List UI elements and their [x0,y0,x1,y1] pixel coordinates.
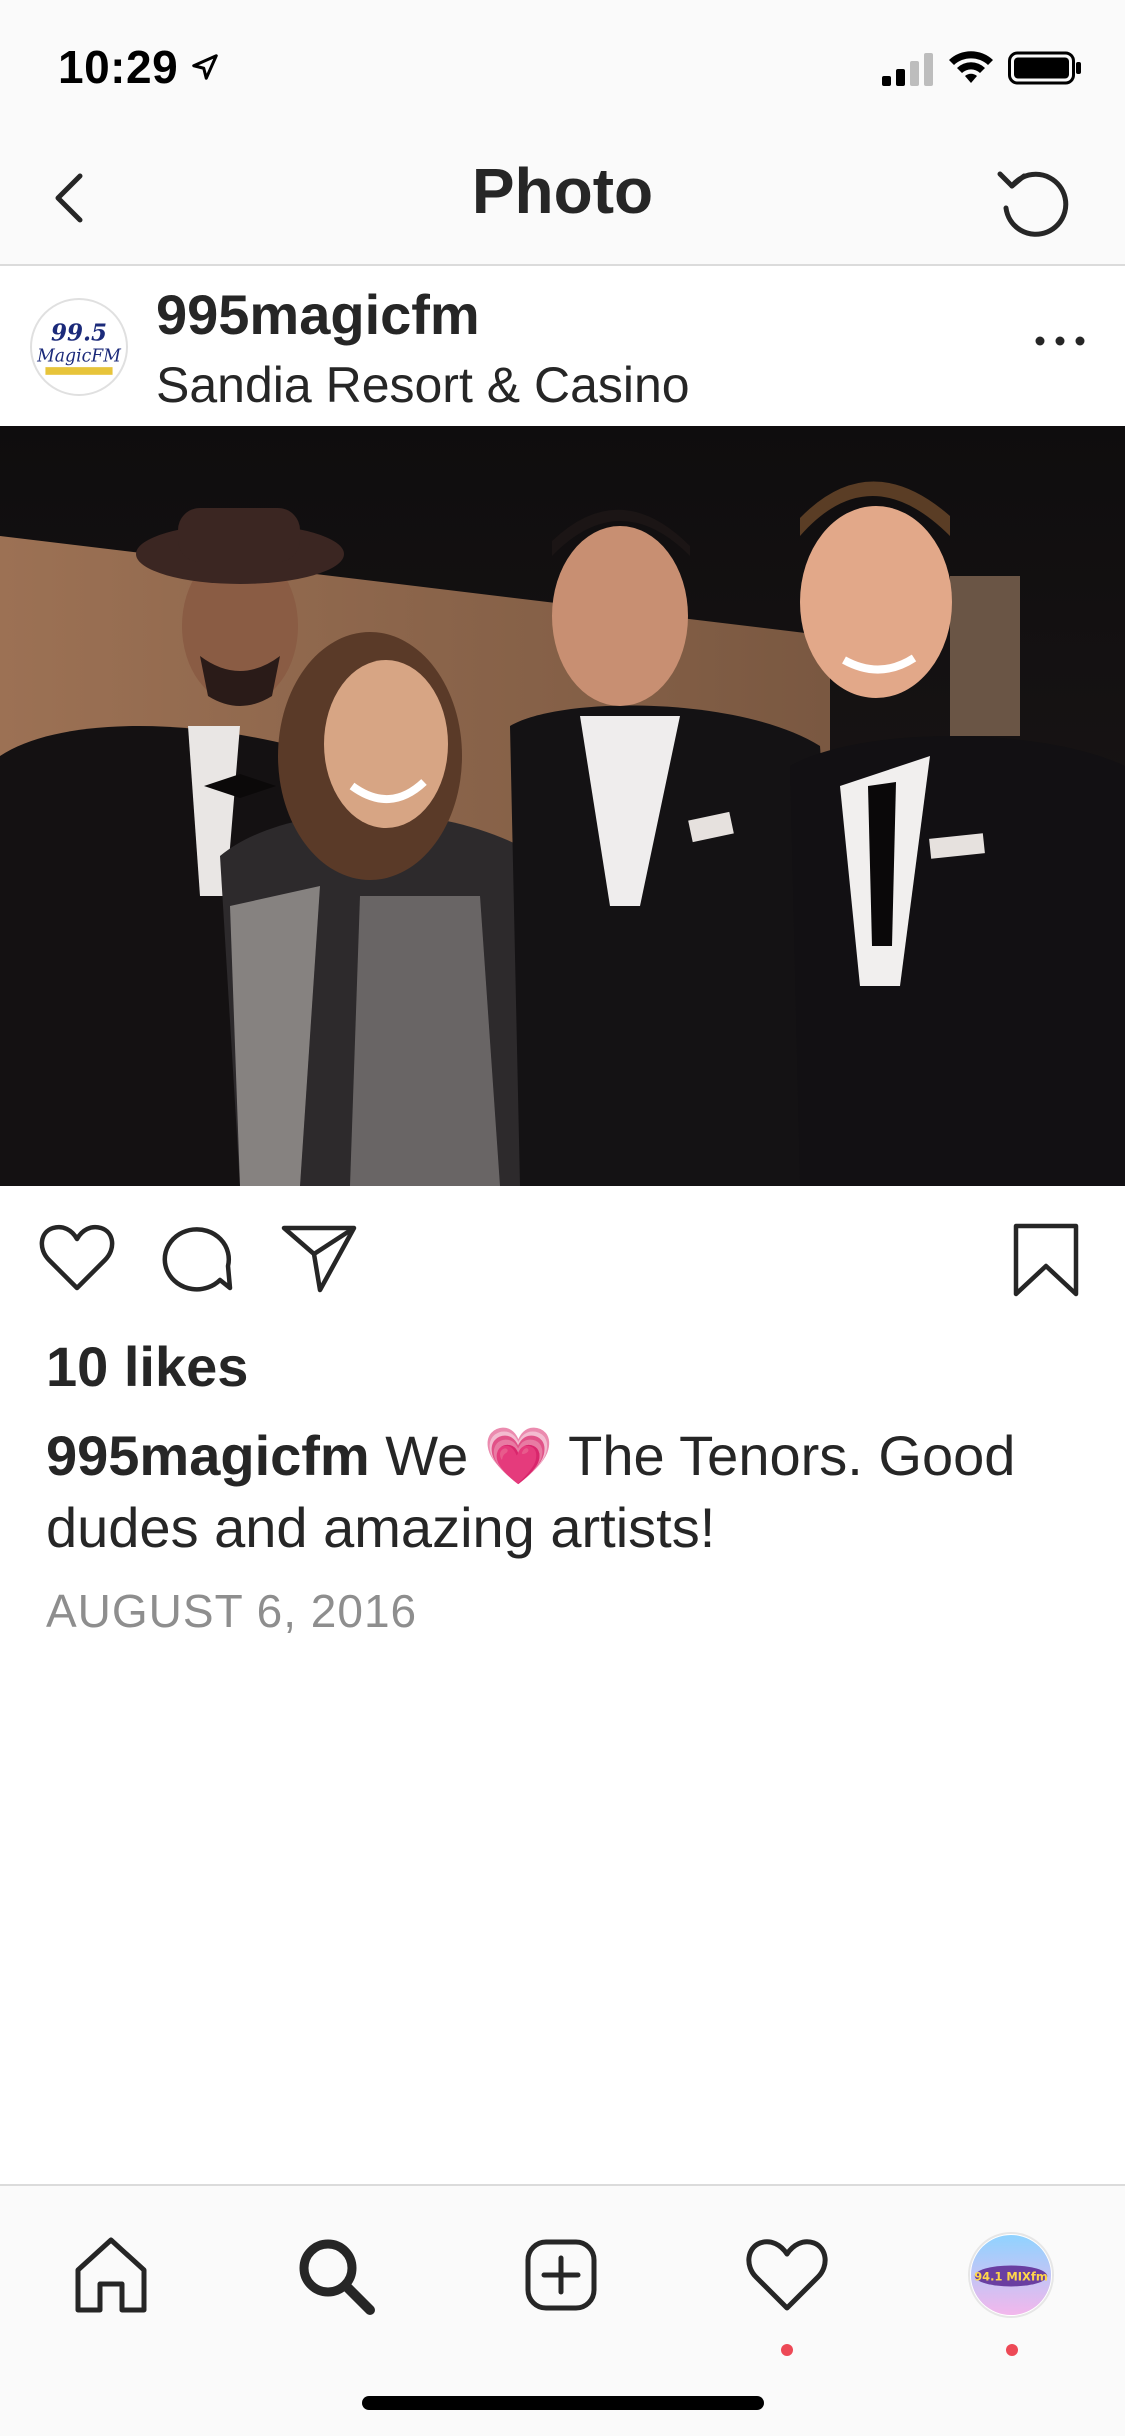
comment-button[interactable] [158,1222,236,1294]
like-button[interactable] [38,1222,116,1294]
likes-count[interactable]: 10 likes [46,1334,248,1399]
page-title: Photo [471,155,654,227]
status-time: 10:29 [58,41,179,93]
signal-icon [882,53,933,86]
svg-text:99.5: 99.5 [51,319,107,346]
post-header: 99.5 MagicFM 995magicfm Sandia Resort & … [0,268,1125,426]
status-bar: 10:29 [0,0,1125,132]
save-button[interactable] [1010,1222,1082,1298]
post-username[interactable]: 995magicfm [156,282,480,347]
home-tab[interactable] [66,2230,156,2320]
avatar[interactable]: 99.5 MagicFM [30,298,128,396]
photo-illustration [0,426,1125,1186]
profile-tab[interactable]: 94.1 MIXfm [968,2232,1054,2318]
more-options-button[interactable] [1030,326,1090,356]
location-arrow-icon [192,54,218,80]
mixfm-logo: 94.1 MIXfm [970,2234,1052,2316]
post-caption: 995magicfm We 💗 The Tenors. Good dudes a… [46,1420,1086,1564]
new-post-tab[interactable] [516,2230,606,2320]
refresh-button[interactable] [990,156,1080,246]
magicfm-logo: 99.5 MagicFM [32,300,126,394]
post-photo[interactable] [0,426,1125,1186]
svg-text:94.1 MIXfm: 94.1 MIXfm [974,2270,1048,2284]
activity-notification-dot [781,2344,793,2356]
caption-emoji: 💗 [483,1424,554,1487]
search-tab[interactable] [290,2230,380,2320]
activity-tab[interactable] [742,2230,832,2320]
wifi-icon [949,51,993,83]
post-date: AUGUST 6, 2016 [46,1585,418,1637]
caption-username[interactable]: 995magicfm [46,1424,370,1487]
post-actions [0,1186,1125,1326]
share-button[interactable] [280,1222,358,1294]
post-location[interactable]: Sandia Resort & Casino [156,356,690,414]
home-indicator[interactable] [362,2396,764,2410]
caption-text-pre: We [385,1424,469,1487]
nav-bar: Photo [0,132,1125,266]
profile-notification-dot [1006,2344,1018,2356]
svg-text:MagicFM: MagicFM [36,346,122,366]
battery-icon [1008,51,1081,85]
